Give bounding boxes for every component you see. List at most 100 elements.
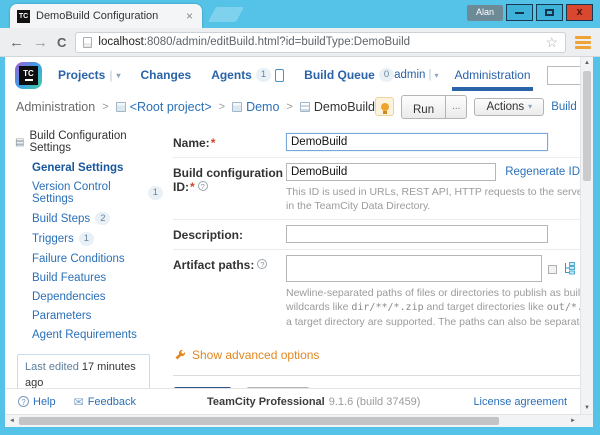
scroll-down-icon[interactable]: ▼ <box>581 405 593 411</box>
sidebar-item-general-settings[interactable]: General Settings <box>32 162 163 174</box>
tab-close-icon[interactable]: × <box>184 10 195 22</box>
address-bar[interactable]: localhost:8080/admin/editBuild.html?id=b… <box>75 31 566 53</box>
settings-list-icon: ▤ <box>15 136 25 148</box>
reload-icon[interactable]: C <box>57 35 66 50</box>
build-config-icon <box>299 101 310 112</box>
scroll-left-icon[interactable]: ◄ <box>9 415 15 427</box>
artifact-paths-textarea[interactable] <box>286 255 542 282</box>
tab-administration[interactable]: Administration <box>452 68 533 91</box>
help-link[interactable]: ? Help <box>18 396 56 408</box>
chevron-down-icon: ▾ <box>528 102 533 111</box>
run-button[interactable]: Run <box>401 94 447 119</box>
sidebar-item-agent-requirements[interactable]: Agent Requirements <box>32 329 163 341</box>
help-icon[interactable]: ? <box>257 259 268 269</box>
back-icon[interactable]: ← <box>9 35 24 50</box>
browser-profile-button[interactable]: Alan <box>466 4 503 21</box>
user-menu[interactable]: admin | ▾ <box>394 69 438 81</box>
header-search-input[interactable] <box>546 65 580 85</box>
license-agreement-link[interactable]: License agreement <box>473 396 567 408</box>
nav-build-queue[interactable]: Build Queue 0 <box>304 68 395 82</box>
breadcrumb-demobuild: DemoBuild <box>299 100 375 114</box>
forward-icon[interactable]: → <box>33 35 48 50</box>
minimize-icon <box>515 11 524 14</box>
sidebar-item-triggers[interactable]: Triggers 1 <box>32 232 163 246</box>
last-edited-box: Last edited 17 minutes ago by admin (vie… <box>17 353 150 388</box>
envelope-icon: ✉ <box>73 394 84 409</box>
nav-agents[interactable]: Agents 1 <box>211 68 285 82</box>
sidebar-item-dependencies[interactable]: Dependencies <box>32 291 163 303</box>
url-text[interactable]: localhost:8080/admin/editBuild.html?id=b… <box>98 36 539 48</box>
browser-toolbar: ← → C localhost:8080/admin/editBuild.htm… <box>0 28 600 57</box>
horizontal-scrollbar[interactable]: ◄ ► <box>5 414 593 427</box>
page-footer: ? Help ✉ Feedback TeamCity Professional 9… <box>5 388 580 414</box>
count-badge: 1 <box>147 186 163 200</box>
run-options-button[interactable]: ... <box>445 94 468 119</box>
pipe-separator: | <box>109 68 113 82</box>
browser-menu-icon[interactable] <box>575 35 591 49</box>
artifact-tree-picker-icon[interactable] <box>563 262 576 275</box>
sidebar-item-build-steps[interactable]: Build Steps 2 <box>32 212 163 226</box>
build-configuration-home-link[interactable]: Build Configuration Home <box>551 101 580 113</box>
teamcity-logo[interactable]: TC <box>15 61 42 89</box>
artifact-paths-note: Newline-separated paths of files or dire… <box>286 287 580 328</box>
wrench-icon <box>175 349 186 360</box>
vertical-scrollbar[interactable]: ▲ ▼ <box>580 57 593 414</box>
project-icon <box>232 101 243 112</box>
browser-window: TC DemoBuild Configuration × Alan x ← → … <box>0 0 600 435</box>
breadcrumb-root-project[interactable]: <Root project> <box>115 100 212 114</box>
feedback-link[interactable]: ✉ Feedback <box>74 395 136 409</box>
breadcrumb-administration[interactable]: Administration <box>16 100 95 114</box>
required-asterisk: * <box>210 136 216 150</box>
regenerate-id-link[interactable]: Regenerate ID <box>505 163 580 178</box>
sidebar-root-item[interactable]: ▤ Build Configuration Settings <box>15 130 163 154</box>
nav-changes[interactable]: Changes <box>141 68 192 82</box>
browser-tab[interactable]: TC DemoBuild Configuration × <box>10 4 202 28</box>
name-input[interactable] <box>286 133 548 151</box>
chevron-down-icon: ▾ <box>434 70 439 80</box>
window-minimize-button[interactable] <box>506 4 533 21</box>
help-icon[interactable]: ? <box>197 181 208 191</box>
sidebar-item-build-features[interactable]: Build Features <box>32 272 163 284</box>
breadcrumb-demo-project[interactable]: Demo <box>232 100 279 114</box>
build-id-note: This ID is used in URLs, REST API, HTTP … <box>286 186 580 212</box>
project-icon <box>115 101 126 112</box>
tab-title: DemoBuild Configuration <box>36 10 159 22</box>
count-badge: 2 <box>95 212 111 226</box>
maximize-icon <box>545 9 554 16</box>
horizontal-scroll-thumb[interactable] <box>19 417 499 425</box>
actions-button[interactable]: Actions ▾ <box>474 97 545 116</box>
breadcrumb-separator: > <box>218 100 226 113</box>
required-asterisk: * <box>190 180 195 194</box>
agent-status-icon <box>275 68 285 82</box>
scroll-up-icon[interactable]: ▲ <box>581 60 593 66</box>
scroll-right-icon[interactable]: ► <box>570 415 576 427</box>
build-id-input[interactable] <box>286 163 497 181</box>
vertical-scroll-thumb[interactable] <box>583 71 591 181</box>
description-input[interactable] <box>286 225 548 243</box>
artifact-paths-label: Artifact paths:? <box>173 255 286 329</box>
sidebar-item-parameters[interactable]: Parameters <box>32 310 163 322</box>
last-edited-label: Last edited <box>25 360 79 373</box>
sidebar-item-version-control[interactable]: Version Control Settings 1 <box>32 181 163 205</box>
browser-titlebar: TC DemoBuild Configuration × Alan x <box>0 0 600 28</box>
agents-count-badge: 1 <box>255 68 272 82</box>
description-label: Description: <box>173 228 244 242</box>
breadcrumb: Administration > <Root project> > Demo >… <box>5 93 580 120</box>
bookmark-star-icon[interactable]: ☆ <box>545 35 558 49</box>
build-id-label: Build configuration ID:*? <box>173 166 283 194</box>
show-advanced-options-link[interactable]: Show advanced options <box>174 348 580 362</box>
window-close-button[interactable]: x <box>566 4 593 21</box>
breadcrumb-separator: > <box>102 100 109 113</box>
nav-projects[interactable]: Projects | ▾ <box>58 68 121 82</box>
new-tab-button[interactable] <box>208 7 244 22</box>
name-label: Name:* <box>173 136 216 150</box>
hint-bulb-button[interactable] <box>375 97 394 116</box>
general-settings-form: Name:* Build configuration ID:*? <box>163 128 580 388</box>
settings-sidebar: ▤ Build Configuration Settings General S… <box>5 128 163 388</box>
breadcrumb-separator: > <box>286 100 293 113</box>
sidebar-item-failure-conditions[interactable]: Failure Conditions <box>32 253 163 265</box>
version-info: TeamCity Professional 9.1.6 (build 37459) <box>206 395 421 408</box>
window-maximize-button[interactable] <box>536 4 563 21</box>
chevron-down-icon[interactable]: ▾ <box>116 71 120 80</box>
resize-grip-icon[interactable] <box>548 265 557 274</box>
